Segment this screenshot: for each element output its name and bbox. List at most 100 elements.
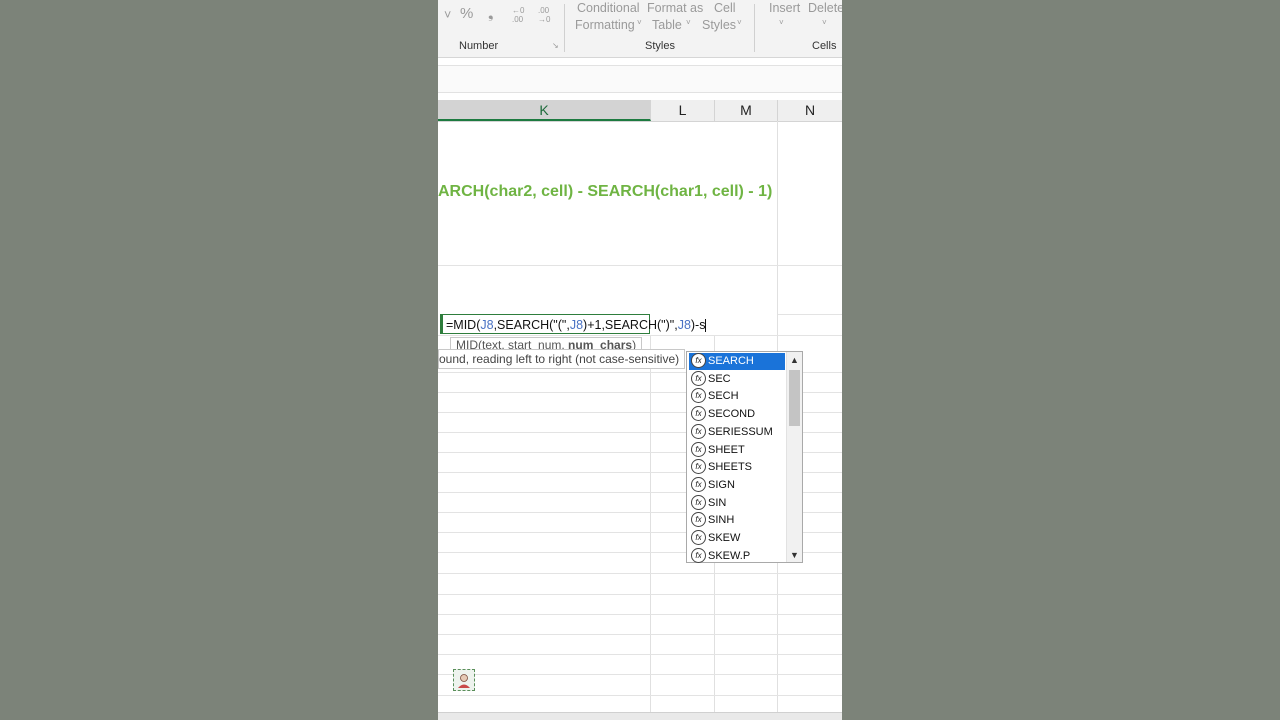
function-icon: fx xyxy=(691,441,706,457)
insert-label: Insert xyxy=(769,1,801,15)
autocomplete-item-label: SECH xyxy=(708,390,739,403)
conditional-formatting-line2: Formatting xyxy=(575,18,635,32)
column-header-m[interactable]: M xyxy=(715,100,778,121)
ribbon-separator xyxy=(754,4,755,52)
chevron-down-icon: ˅ xyxy=(637,18,642,27)
cells-group-label: Cells xyxy=(812,40,837,52)
autocomplete-item-label: SHEET xyxy=(708,443,745,456)
formula-part: =MID( xyxy=(446,318,481,332)
formula-part: ,SEARCH("(", xyxy=(493,318,570,332)
function-autocomplete-list[interactable]: fx SEARCH fx SEC fx SECH fx SECOND fx SERIESSUM fx… xyxy=(686,351,803,563)
chevron-down-icon: ˅ xyxy=(822,18,827,27)
grid-line xyxy=(438,614,842,615)
cell-styles-line2: Styles xyxy=(702,18,737,32)
cell-reference: J8 xyxy=(480,318,494,332)
function-icon: fx xyxy=(691,494,706,510)
function-icon: fx xyxy=(691,512,706,528)
function-icon: fx xyxy=(691,476,706,492)
function-icon: fx xyxy=(691,423,706,439)
format-as-table-line1: Format as xyxy=(647,1,704,15)
function-icon: fx xyxy=(691,530,706,545)
decrease-decimal-button[interactable]: .00 →0 xyxy=(538,6,558,24)
autocomplete-item[interactable]: fx SERIESSUM xyxy=(689,423,785,441)
function-icon: fx xyxy=(691,388,706,404)
grid-line xyxy=(438,594,842,595)
grid-line xyxy=(438,634,842,635)
autocomplete-item[interactable]: fx SECOND xyxy=(689,406,785,423)
function-icon: fx xyxy=(691,547,706,563)
grid-line xyxy=(438,674,842,675)
autocomplete-item-label: SIGN xyxy=(708,478,735,491)
percent-style-button[interactable]: % xyxy=(460,5,473,22)
format-as-table-line2: Table xyxy=(652,18,682,32)
formula-bar[interactable] xyxy=(438,65,842,93)
ribbon-separator xyxy=(564,4,565,52)
person-picture-icon xyxy=(453,669,475,691)
autocomplete-item-label: SHEETS xyxy=(708,461,753,474)
function-description-tooltip: ound, reading left to right (not case-se… xyxy=(438,349,686,369)
autocomplete-item[interactable]: fx SECH xyxy=(689,388,785,405)
autocomplete-item-label: SECOND xyxy=(708,408,756,421)
scroll-down-arrow-icon[interactable]: ▼ xyxy=(787,548,802,562)
function-icon: fx xyxy=(691,406,706,422)
autocomplete-item[interactable]: fx SKEW xyxy=(689,530,785,547)
autocomplete-item-label: SEARCH xyxy=(708,355,754,367)
horizontal-scrollbar[interactable] xyxy=(438,712,842,720)
autocomplete-item[interactable]: fx SHEETS xyxy=(689,459,785,476)
number-dropdown-icon[interactable]: ˅ xyxy=(444,8,451,22)
autocomplete-item[interactable]: fx SINH xyxy=(689,512,785,529)
cell-reference: J8 xyxy=(677,318,691,332)
formula-part: )-s xyxy=(690,318,706,332)
grid-line xyxy=(438,335,842,336)
autocomplete-item-label: SERIESSUM xyxy=(708,425,773,438)
grid-line xyxy=(438,695,842,696)
autocomplete-item[interactable]: fx SKEW.P xyxy=(689,547,785,565)
autocomplete-scrollbar[interactable]: ▲ ▼ xyxy=(786,352,802,562)
autocomplete-item[interactable]: fx SIGN xyxy=(689,476,785,494)
scrollbar-thumb[interactable] xyxy=(789,370,800,426)
active-cell-editor[interactable]: =MID(J8,SEARCH("(",J8)+1,SEARCH(")",J8)-… xyxy=(440,314,707,334)
scroll-up-arrow-icon[interactable]: ▲ xyxy=(787,353,802,367)
cell-reference: J8 xyxy=(569,318,584,332)
grid-line xyxy=(778,314,842,315)
grid-line xyxy=(438,573,842,574)
autocomplete-item-label: SKEW.P xyxy=(708,549,751,562)
number-dialog-launcher-icon[interactable]: ↘ xyxy=(552,41,559,50)
insert-button[interactable]: Insert ˅ xyxy=(764,0,800,36)
column-header-row: K L M N xyxy=(438,100,842,122)
autocomplete-item-label: SIN xyxy=(708,496,727,509)
number-group-label: Number xyxy=(459,40,499,52)
function-icon: fx xyxy=(691,459,706,475)
autocomplete-item[interactable]: fx SHEET xyxy=(689,441,785,459)
grid-line xyxy=(438,265,842,266)
conditional-formatting-line1: Conditional xyxy=(577,1,640,15)
cell-styles-line1: Cell xyxy=(714,1,736,15)
ribbon: ˅ % ❟ ←0 .00 .00 →0 Number ↘ Conditional… xyxy=(438,0,842,58)
function-icon: fx xyxy=(691,353,706,368)
autocomplete-item-label: SEC xyxy=(708,372,731,385)
text-cursor xyxy=(705,319,707,333)
autocomplete-item-label: SINH xyxy=(708,514,735,527)
column-header-k[interactable]: K xyxy=(438,100,651,121)
chevron-down-icon: ˅ xyxy=(686,18,691,27)
autocomplete-item[interactable]: fx SEARCH xyxy=(689,353,785,370)
autocomplete-item[interactable]: fx SIN xyxy=(689,494,785,512)
function-icon: fx xyxy=(691,370,706,386)
cell-styles-button[interactable]: Cell Styles ˅ xyxy=(702,0,748,36)
column-header-l[interactable]: L xyxy=(651,100,715,121)
excel-window: ˅ % ❟ ←0 .00 .00 →0 Number ↘ Conditional… xyxy=(438,0,842,720)
column-header-n[interactable]: N xyxy=(778,100,842,121)
autocomplete-item-label: SKEW xyxy=(708,532,741,544)
styles-group-label: Styles xyxy=(645,40,675,52)
delete-label: Delete xyxy=(808,1,842,15)
delete-button[interactable]: Delete ˅ xyxy=(804,0,842,36)
formula-part: )+1,SEARCH(")", xyxy=(583,318,678,332)
conditional-formatting-button[interactable]: Conditional Formatting ˅ xyxy=(571,0,642,36)
chevron-down-icon: ˅ xyxy=(737,18,742,27)
format-as-table-button[interactable]: Format as Table ˅ xyxy=(644,0,704,36)
comma-style-button[interactable]: ❟ xyxy=(488,5,494,22)
formula-heading-text: ARCH(char2, cell) - SEARCH(char1, cell) … xyxy=(438,183,773,200)
autocomplete-item[interactable]: fx SEC xyxy=(689,370,785,388)
increase-decimal-button[interactable]: ←0 .00 xyxy=(512,6,532,24)
chevron-down-icon: ˅ xyxy=(779,18,784,27)
